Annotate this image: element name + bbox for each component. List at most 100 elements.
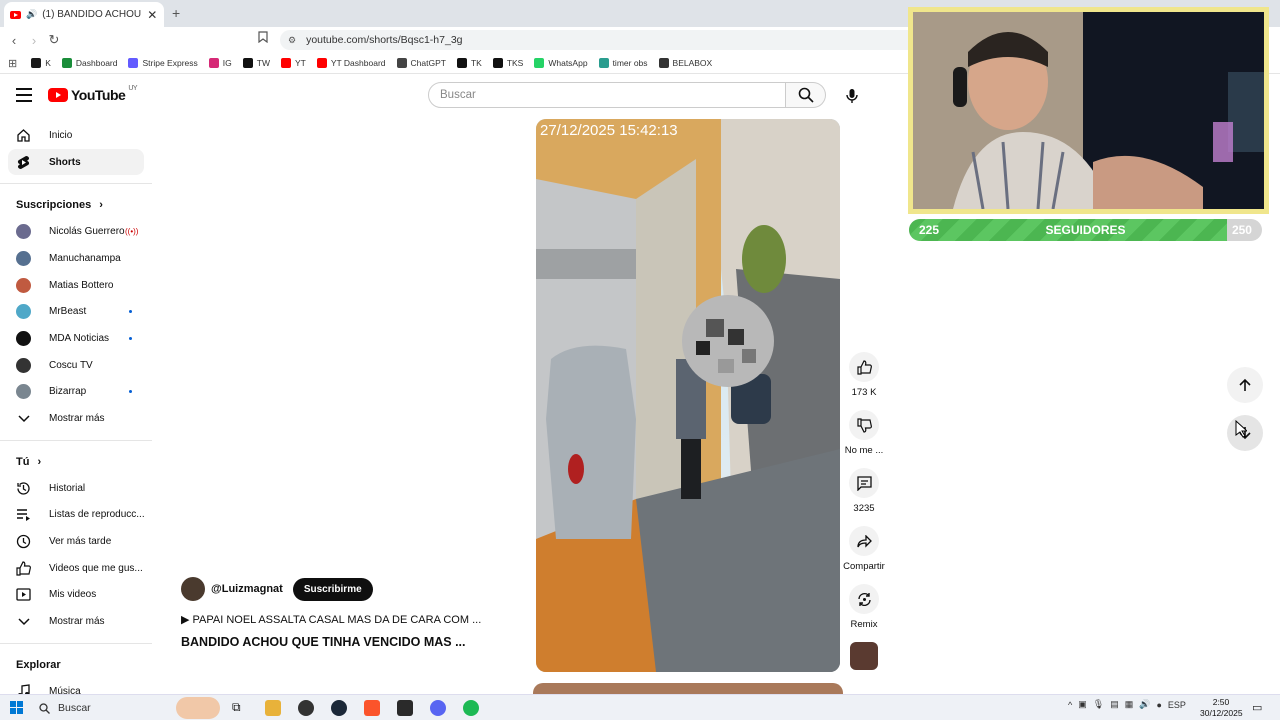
sidebar-subscription-item[interactable]: Nicolás Guerrero ((•)) [0,218,152,245]
sidebar-subscription-item[interactable]: Matias Bottero [0,272,152,299]
tray-app-icon[interactable]: ● [1156,700,1161,710]
previous-short-button[interactable] [1227,367,1263,403]
bookmark-item[interactable]: YT [280,58,306,68]
tray-app-icon[interactable]: ▤ [1110,699,1119,710]
network-icon[interactable]: ▦ [1125,699,1134,710]
short-video-player[interactable]: 27/12/2025 15:42:13 [536,119,840,672]
language-indicator[interactable]: ESP [1168,700,1186,710]
playlist-link[interactable]: ▶ PAPAI NOEL ASSALTA CASAL MAS DA DE CAR… [181,613,521,626]
channel-name[interactable]: @Luizmagnat [211,583,283,595]
steam-icon[interactable] [331,700,347,716]
bookmark-item[interactable]: Stripe Express [128,58,198,68]
close-tab-icon[interactable]: ✕ [147,8,157,22]
video-title[interactable]: BANDIDO ACHOU QUE TINHA VENCIDO MAS ... [181,635,521,649]
reload-icon[interactable]: ↻ [44,32,64,48]
speaker-icon[interactable]: 🔊 [26,9,37,20]
search-input[interactable]: Buscar [428,82,786,108]
bookmark-label: timer obs [612,58,648,68]
tray-chevron-icon[interactable]: ^ [1068,700,1072,710]
sidebar-item-shorts[interactable]: Shorts [8,148,144,176]
channel-avatar[interactable] [181,577,205,601]
sidebar-item-label: MDA Noticias [49,332,110,344]
clock[interactable]: 2:50 30/12/2025 [1200,697,1243,719]
youtube-logo[interactable]: YouTube UY [48,85,138,103]
address-bar[interactable]: ⚙ youtube.com/shorts/Bqsc1-h7_3g [280,30,920,50]
sidebar-item-playlists[interactable]: Listas de reproducc... [0,502,152,529]
tab-title: (1) BANDIDO ACHOU QUE TI [42,9,142,20]
browser-tab[interactable]: 🔊 (1) BANDIDO ACHOU QUE TI ✕ [4,2,164,27]
you-header[interactable]: Tú › [0,449,152,475]
sidebar-item-label: Shorts [49,156,81,168]
notifications-icon[interactable]: ▭ [1252,701,1262,714]
bookmark-item[interactable]: timer obs [598,58,648,68]
chevron-right-icon: › [99,199,103,212]
new-content-dot [129,310,132,314]
epic-games-icon[interactable] [397,700,413,716]
sidebar-subscription-item[interactable]: Bizarrap [0,379,152,406]
subscribe-button[interactable]: Suscribirme [292,577,373,601]
obs-icon[interactable] [298,700,314,716]
bookmark-item[interactable]: Dashboard [61,58,117,68]
bookmark-favicon-icon [316,58,327,68]
search-highlight-icon[interactable] [176,697,220,719]
spotify-icon[interactable] [463,700,479,716]
bookmark-item[interactable]: YT Dashboard [316,58,386,68]
discord-icon[interactable] [430,700,446,716]
task-view-icon[interactable]: ⧉ [232,700,248,716]
file-explorer-icon[interactable] [265,700,281,716]
bookmark-item[interactable]: K [31,58,51,68]
search-button[interactable] [786,82,826,108]
mic-tray-icon[interactable]: 🎙 [1093,699,1104,710]
bookmark-item[interactable]: ChatGPT [396,58,446,68]
sidebar-subscription-item[interactable]: Coscu TV [0,352,152,379]
site-info-icon[interactable]: ⚙ [288,35,296,46]
bookmark-favicon-icon [280,58,291,68]
sidebar-subscription-item[interactable]: MrBeast [0,298,152,325]
dislike-button[interactable] [849,410,879,440]
sidebar-item-liked-videos[interactable]: Videos que me gus... [0,555,152,582]
new-tab-button[interactable]: + [172,5,180,21]
sidebar-subscription-item[interactable]: Manuchanampa [0,245,152,272]
sidebar-item-label: Listas de reproducc... [49,509,145,521]
bookmark-favicon-icon [658,58,669,68]
bookmark-item[interactable]: BELABOX [658,58,712,68]
sidebar-item-inicio[interactable]: Inicio [0,122,152,149]
tray-app-icon[interactable]: ▣ [1078,699,1087,710]
show-more-you[interactable]: Mostrar más [0,608,152,635]
explore-header: Explorar [0,652,152,678]
like-button[interactable] [849,352,879,382]
bookmark-item[interactable]: TKS [492,58,523,68]
remix-button[interactable] [849,584,879,614]
bookmark-item[interactable]: WhatsApp [534,58,588,68]
apps-grid-icon[interactable]: ⊞ [8,57,17,70]
url-text: youtube.com/shorts/Bqsc1-h7_3g [306,34,463,46]
forward-icon[interactable]: › [24,33,44,48]
followers-current: 225 [919,223,940,237]
windows-start-icon[interactable] [10,701,23,719]
brave-browser-icon[interactable] [364,700,380,716]
sidebar-item-watch-later[interactable]: Ver más tarde [0,528,152,555]
sound-thumbnail[interactable] [850,642,878,670]
bookmark-label: YT [294,58,306,68]
bookmark-icon[interactable] [258,31,268,46]
bookmark-item[interactable]: IG [208,58,232,68]
youtube-logo-text: YouTube [71,87,126,103]
back-icon[interactable]: ‹ [4,33,24,48]
arrow-up-icon [1239,378,1251,391]
sidebar-item-label: Ver más tarde [49,536,112,548]
share-button[interactable] [849,526,879,556]
sidebar-item-history[interactable]: Historial [0,475,152,502]
menu-icon[interactable] [16,88,32,106]
bookmark-item[interactable]: TK [456,58,482,68]
watch-later-icon [16,534,31,549]
voice-search-button[interactable] [838,82,866,110]
sidebar-item-my-videos[interactable]: Mis videos [0,582,152,609]
sidebar-subscription-item[interactable]: MDA Noticias [0,325,152,352]
show-more-subscriptions[interactable]: Mostrar más [0,405,152,432]
volume-icon[interactable]: 🔊 [1139,699,1150,710]
new-content-dot [129,390,132,394]
video-timestamp: 27/12/2025 15:42:13 [540,122,678,139]
subscriptions-header[interactable]: Suscripciones › [0,192,152,218]
comments-button[interactable] [849,468,879,498]
bookmark-item[interactable]: TW [242,58,270,68]
